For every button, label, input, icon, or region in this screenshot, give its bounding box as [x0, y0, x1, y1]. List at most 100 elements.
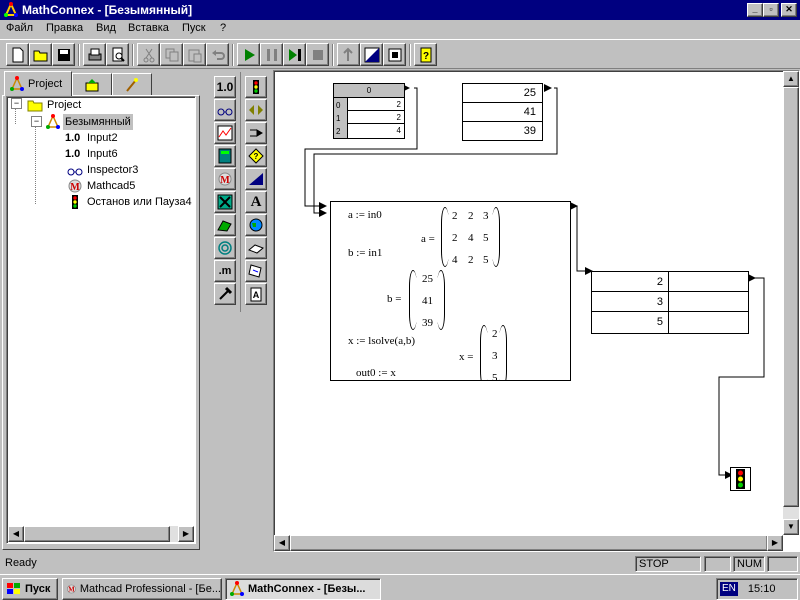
palette-inspector-button[interactable] [214, 99, 236, 121]
tree-item-stop-pause4[interactable]: Останов или Пауза4 [87, 194, 192, 210]
matrix-cell[interactable]: 4 [348, 124, 404, 138]
menu-help[interactable]: ? [220, 22, 226, 34]
tab-components[interactable] [72, 73, 112, 95]
palette-arrow-button[interactable] [245, 122, 267, 144]
canvas-vscrollbar[interactable]: ▲ ▼ [783, 71, 799, 535]
tab-wizards[interactable] [112, 73, 152, 95]
vector-cell[interactable]: 41 [463, 103, 542, 122]
print-button[interactable] [83, 43, 106, 66]
tab-project[interactable]: Project [4, 71, 72, 96]
fill-icon [388, 48, 401, 61]
scroll-thumb[interactable] [24, 526, 170, 542]
task-mathcad[interactable]: M Mathcad Professional - [Бе... [62, 578, 222, 600]
tree-item-input2[interactable]: Input2 [87, 130, 118, 146]
tree-item-inspector3[interactable]: Inspector3 [87, 162, 138, 178]
step-button[interactable] [283, 43, 306, 66]
project-tree[interactable]: − Project − Безымянный 1.0 Input2 1.0 In… [6, 96, 196, 544]
matrix-a-cell: 2 [468, 210, 474, 222]
palette-excel-button[interactable] [214, 191, 236, 213]
new-button[interactable] [6, 43, 29, 66]
palette-sheet-button[interactable] [245, 260, 267, 282]
vector-input-component[interactable]: 25 41 39 [462, 83, 543, 141]
menu-run[interactable]: Пуск [182, 22, 206, 34]
menu-file[interactable]: Файл [6, 22, 33, 34]
style-button[interactable] [360, 43, 383, 66]
open-button[interactable] [29, 43, 52, 66]
palette-graph-button[interactable] [214, 122, 236, 144]
minimize-button[interactable]: _ [747, 3, 763, 17]
save-icon [57, 48, 70, 61]
palette-calculator-button[interactable] [214, 145, 236, 167]
palette-eraser-button[interactable] [245, 237, 267, 259]
matrix-cell[interactable]: 2 [348, 98, 404, 111]
palette-matlab-button[interactable]: .m [214, 260, 236, 282]
matrix-input-component[interactable]: 0 0 1 2 2 2 4 [333, 83, 405, 139]
canvas-hscrollbar[interactable]: ◀ ▶ [274, 535, 783, 551]
pause-button[interactable] [260, 43, 283, 66]
help-button[interactable]: ? [414, 43, 437, 66]
output-cell: 3 [592, 292, 669, 312]
run-button[interactable] [237, 43, 260, 66]
palette-input-button[interactable]: 1.0 [214, 76, 236, 98]
title-bar[interactable]: MathConnex - [Безымянный] _ ▫ ✕ [0, 0, 800, 20]
menu-edit[interactable]: Правка [46, 22, 83, 34]
step-icon [288, 48, 301, 61]
scroll-left-button[interactable]: ◀ [274, 535, 290, 551]
palette-axum-button[interactable] [214, 214, 236, 236]
eraser-icon [248, 244, 264, 254]
scroll-left-button[interactable]: ◀ [8, 526, 24, 542]
expand-toggle-child[interactable]: − [31, 116, 42, 127]
palette-stop-button[interactable] [245, 76, 267, 98]
paste-button[interactable] [183, 43, 206, 66]
scroll-right-button[interactable]: ▶ [178, 526, 194, 542]
close-button[interactable]: ✕ [781, 3, 797, 17]
vscroll-thumb[interactable] [783, 87, 799, 507]
paste-icon [188, 49, 201, 62]
hscroll-thumb[interactable] [290, 535, 768, 551]
cut-button[interactable] [137, 43, 160, 66]
tree-hscrollbar[interactable]: ◀ ▶ [8, 526, 194, 542]
palette-wave-button[interactable] [245, 168, 267, 190]
tree-worksheet[interactable]: Безымянный [63, 114, 133, 130]
save-button[interactable] [52, 43, 75, 66]
stop-button[interactable] [306, 43, 329, 66]
pointer-button[interactable] [337, 43, 360, 66]
matrix-cell[interactable]: 2 [348, 111, 404, 124]
output-table-component[interactable]: 2 3 5 [591, 271, 749, 334]
palette-spiral-button[interactable] [214, 237, 236, 259]
palette-if-button[interactable]: ? [245, 145, 267, 167]
toolbar: ? [0, 39, 800, 69]
undo-button[interactable] [206, 43, 229, 66]
vector-cell[interactable]: 25 [463, 84, 542, 103]
palette-text-button[interactable]: A [245, 191, 267, 213]
palette-web-button[interactable] [245, 214, 267, 236]
matrix-a-cell: 2 [452, 232, 458, 244]
expand-toggle-root[interactable]: − [11, 98, 22, 109]
triangle-icon [249, 173, 263, 185]
arrow-right-icon [250, 129, 263, 137]
tree-item-input6[interactable]: Input6 [87, 146, 118, 162]
stop-pause-component[interactable] [730, 467, 751, 491]
fill-button[interactable] [383, 43, 406, 66]
language-indicator[interactable]: EN [720, 582, 738, 596]
menu-view[interactable]: Вид [96, 22, 116, 34]
restore-button[interactable]: ▫ [763, 3, 779, 17]
worksheet-canvas[interactable]: 0 0 1 2 2 2 4 25 41 39 a := in0 a = 2 2 … [273, 70, 800, 552]
tree-item-mathcad5[interactable]: Mathcad5 [87, 178, 135, 194]
palette-scriptable-button[interactable] [214, 283, 236, 305]
scroll-right-button[interactable]: ▶ [767, 535, 783, 551]
palette-mathcad-button[interactable]: M [214, 168, 236, 190]
start-button[interactable]: Пуск [2, 578, 58, 600]
copy-button[interactable] [160, 43, 183, 66]
palette-clipboard-button[interactable]: A [245, 283, 267, 305]
print-preview-button[interactable] [106, 43, 129, 66]
scroll-down-button[interactable]: ▼ [783, 519, 799, 535]
scroll-up-button[interactable]: ▲ [783, 71, 799, 87]
components-tab-icon [85, 78, 99, 91]
tree-root[interactable]: Project [47, 97, 81, 113]
mathcad-component[interactable]: a := in0 a = 2 2 3 2 4 5 4 2 5 b := in1 … [330, 201, 571, 381]
menu-insert[interactable]: Вставка [128, 22, 169, 34]
task-mathconnex[interactable]: MathConnex - [Безы... [225, 578, 381, 600]
vector-cell[interactable]: 39 [463, 122, 542, 140]
palette-transmitter-button[interactable] [245, 99, 267, 121]
